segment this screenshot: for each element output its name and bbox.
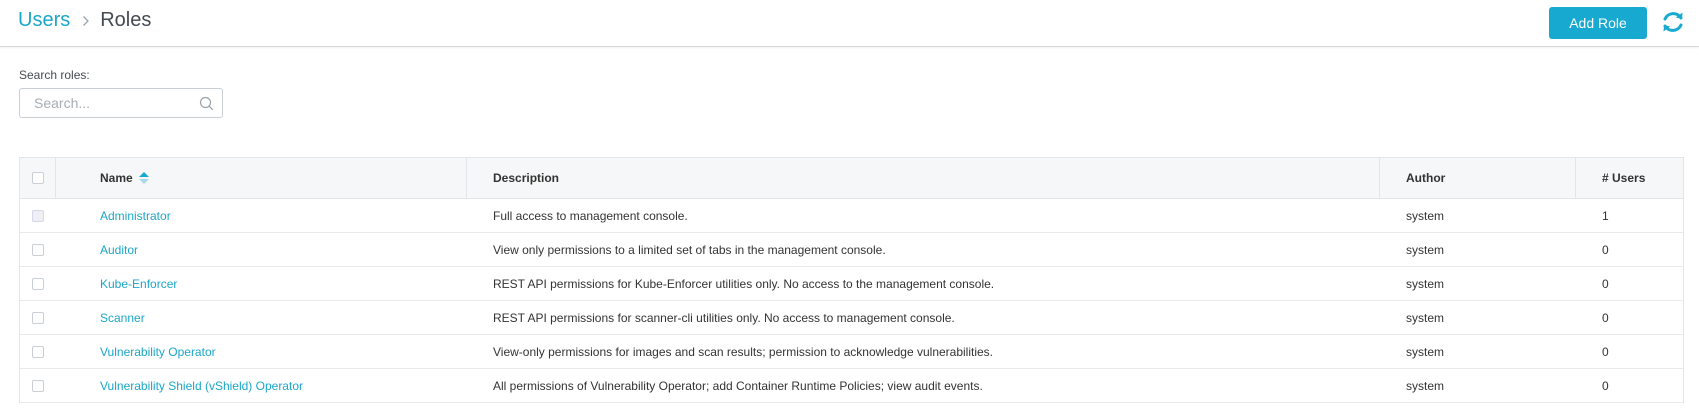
role-name-cell: Vulnerability Operator (56, 335, 467, 368)
column-name-label: Name (100, 171, 133, 185)
table-row: Scanner REST API permissions for scanner… (20, 301, 1683, 335)
search-box[interactable] (19, 88, 223, 118)
role-user-count: 0 (1602, 242, 1609, 257)
row-checkbox[interactable] (32, 379, 44, 392)
table-header: Name Description Author # Users (20, 158, 1683, 199)
column-header-description: Description (467, 158, 1380, 198)
role-link[interactable]: Administrator (100, 209, 171, 223)
role-author: system (1406, 344, 1445, 359)
role-author: system (1406, 276, 1445, 291)
table-row: Kube-Enforcer REST API permissions for K… (20, 267, 1683, 301)
role-link[interactable]: Vulnerability Operator (100, 345, 216, 359)
breadcrumb: Users Roles (18, 9, 151, 32)
row-checkbox[interactable] (32, 243, 44, 256)
role-link[interactable]: Auditor (100, 243, 138, 257)
role-description: View-only permissions for images and sca… (493, 344, 994, 359)
table-row: Vulnerability Operator View-only permiss… (20, 335, 1683, 369)
sort-ascending-icon[interactable] (138, 172, 149, 184)
top-bar: Users Roles Add Role (0, 0, 1699, 47)
role-author: system (1406, 242, 1445, 257)
role-link[interactable]: Kube-Enforcer (100, 277, 177, 291)
row-checkbox[interactable] (32, 209, 44, 222)
add-role-button[interactable]: Add Role (1549, 7, 1647, 39)
role-author: system (1406, 378, 1445, 393)
role-name-cell: Kube-Enforcer (56, 267, 467, 300)
row-checkbox-cell (20, 335, 56, 368)
select-all-checkbox[interactable] (31, 172, 44, 184)
search-roles-label: Search roles: (19, 68, 90, 82)
table-row: Auditor View only permissions to a limit… (20, 233, 1683, 267)
breadcrumb-users-link[interactable]: Users (18, 9, 70, 32)
table-row: Vulnerability Shield (vShield) Operator … (20, 369, 1683, 403)
role-user-count: 0 (1602, 344, 1609, 359)
role-description: REST API permissions for scanner-cli uti… (493, 310, 955, 325)
search-icon (199, 96, 214, 111)
row-checkbox-cell (20, 233, 56, 266)
row-checkbox[interactable] (32, 345, 44, 358)
search-input[interactable] (34, 89, 194, 117)
role-link[interactable]: Scanner (100, 311, 145, 325)
role-user-count: 0 (1602, 276, 1609, 291)
role-name-cell: Vulnerability Shield (vShield) Operator (56, 369, 467, 402)
role-description: REST API permissions for Kube-Enforcer u… (493, 276, 995, 291)
column-header-author: Author (1380, 158, 1576, 198)
role-user-count: 0 (1602, 310, 1609, 325)
roles-table: Name Description Author # Users Administ… (19, 157, 1684, 403)
role-name-cell: Administrator (56, 199, 467, 232)
row-checkbox-cell (20, 267, 56, 300)
column-header-users: # Users (1602, 171, 1646, 185)
role-description: Full access to management console. (493, 208, 688, 223)
role-name-cell: Scanner (56, 301, 467, 334)
page-title: Roles (100, 9, 152, 31)
row-checkbox[interactable] (32, 277, 44, 290)
role-author: system (1406, 208, 1445, 223)
row-checkbox-cell (20, 301, 56, 334)
role-user-count: 0 (1602, 378, 1609, 393)
column-header-name[interactable]: Name (56, 158, 467, 198)
role-author: system (1406, 310, 1445, 325)
role-user-count: 1 (1602, 208, 1609, 223)
role-description: View only permissions to a limited set o… (493, 242, 886, 257)
refresh-icon[interactable] (1660, 9, 1686, 35)
row-checkbox[interactable] (32, 311, 44, 324)
role-name-cell: Auditor (56, 233, 467, 266)
row-checkbox-cell (20, 369, 56, 402)
table-row: Administrator Full access to management … (20, 199, 1683, 233)
chevron-right-icon (82, 15, 90, 27)
role-description: All permissions of Vulnerability Operato… (493, 378, 983, 393)
role-link[interactable]: Vulnerability Shield (vShield) Operator (100, 379, 303, 393)
row-checkbox-cell (20, 199, 56, 232)
header-checkbox-cell (20, 158, 56, 198)
